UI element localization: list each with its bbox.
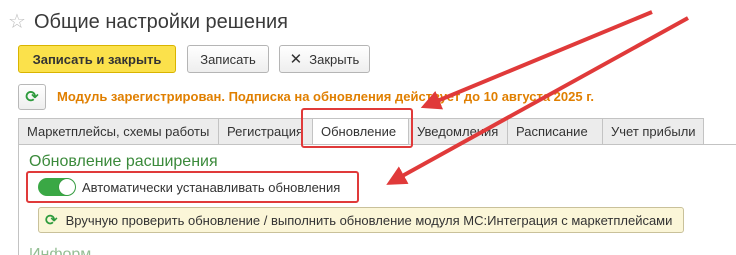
toggle-knob	[59, 179, 75, 195]
tab-schedule[interactable]: Расписание	[507, 118, 602, 145]
auto-update-label: Автоматически устанавливать обновления	[82, 179, 341, 195]
tab-marketplaces[interactable]: Маркетплейсы, схемы работы	[18, 118, 218, 145]
save-label: Записать	[200, 51, 256, 67]
tab-label: Маркетплейсы, схемы работы	[27, 124, 210, 139]
save-button[interactable]: Записать	[187, 45, 269, 73]
check-update-label: Вручную проверить обновление / выполнить…	[65, 212, 673, 228]
close-label: Закрыть	[309, 51, 360, 67]
save-and-close-label: Записать и закрыть	[32, 51, 162, 67]
close-icon: ✕	[289, 51, 303, 68]
tab-update[interactable]: Обновление	[312, 118, 408, 145]
auto-update-toggle[interactable]	[38, 178, 76, 196]
tab-label: Расписание	[516, 124, 588, 139]
next-section-title: Информ	[29, 246, 92, 255]
tab-label: Регистрация	[227, 124, 303, 139]
tab-registration[interactable]: Регистрация	[218, 118, 312, 145]
tab-profit[interactable]: Учет прибыли	[602, 118, 704, 145]
refresh-icon: ⟳	[45, 212, 58, 229]
close-button[interactable]: ✕ Закрыть	[279, 45, 370, 73]
settings-tabs: Маркетплейсы, схемы работы Регистрация О…	[18, 118, 704, 145]
check-update-button[interactable]: ⟳ Вручную проверить обновление / выполни…	[38, 207, 684, 233]
tab-label: Уведомления	[417, 124, 499, 139]
save-and-close-button[interactable]: Записать и закрыть	[18, 45, 176, 73]
update-section-title: Обновление расширения	[29, 153, 218, 170]
panel-border	[18, 145, 19, 255]
refresh-button[interactable]: ⟳	[18, 84, 46, 110]
subscription-notice: Модуль зарегистрирован. Подписка на обно…	[57, 89, 594, 104]
tab-notifications[interactable]: Уведомления	[408, 118, 507, 145]
refresh-icon: ⟳	[25, 89, 39, 106]
title-bar: ☆ Общие настройки решения	[8, 8, 288, 36]
tab-label: Обновление	[321, 124, 397, 139]
page-title: Общие настройки решения	[34, 10, 289, 33]
tab-divider	[18, 144, 736, 145]
auto-update-row: Автоматически устанавливать обновления	[38, 177, 340, 197]
favorite-star-icon[interactable]: ☆	[8, 12, 34, 32]
tab-label: Учет прибыли	[611, 124, 696, 139]
